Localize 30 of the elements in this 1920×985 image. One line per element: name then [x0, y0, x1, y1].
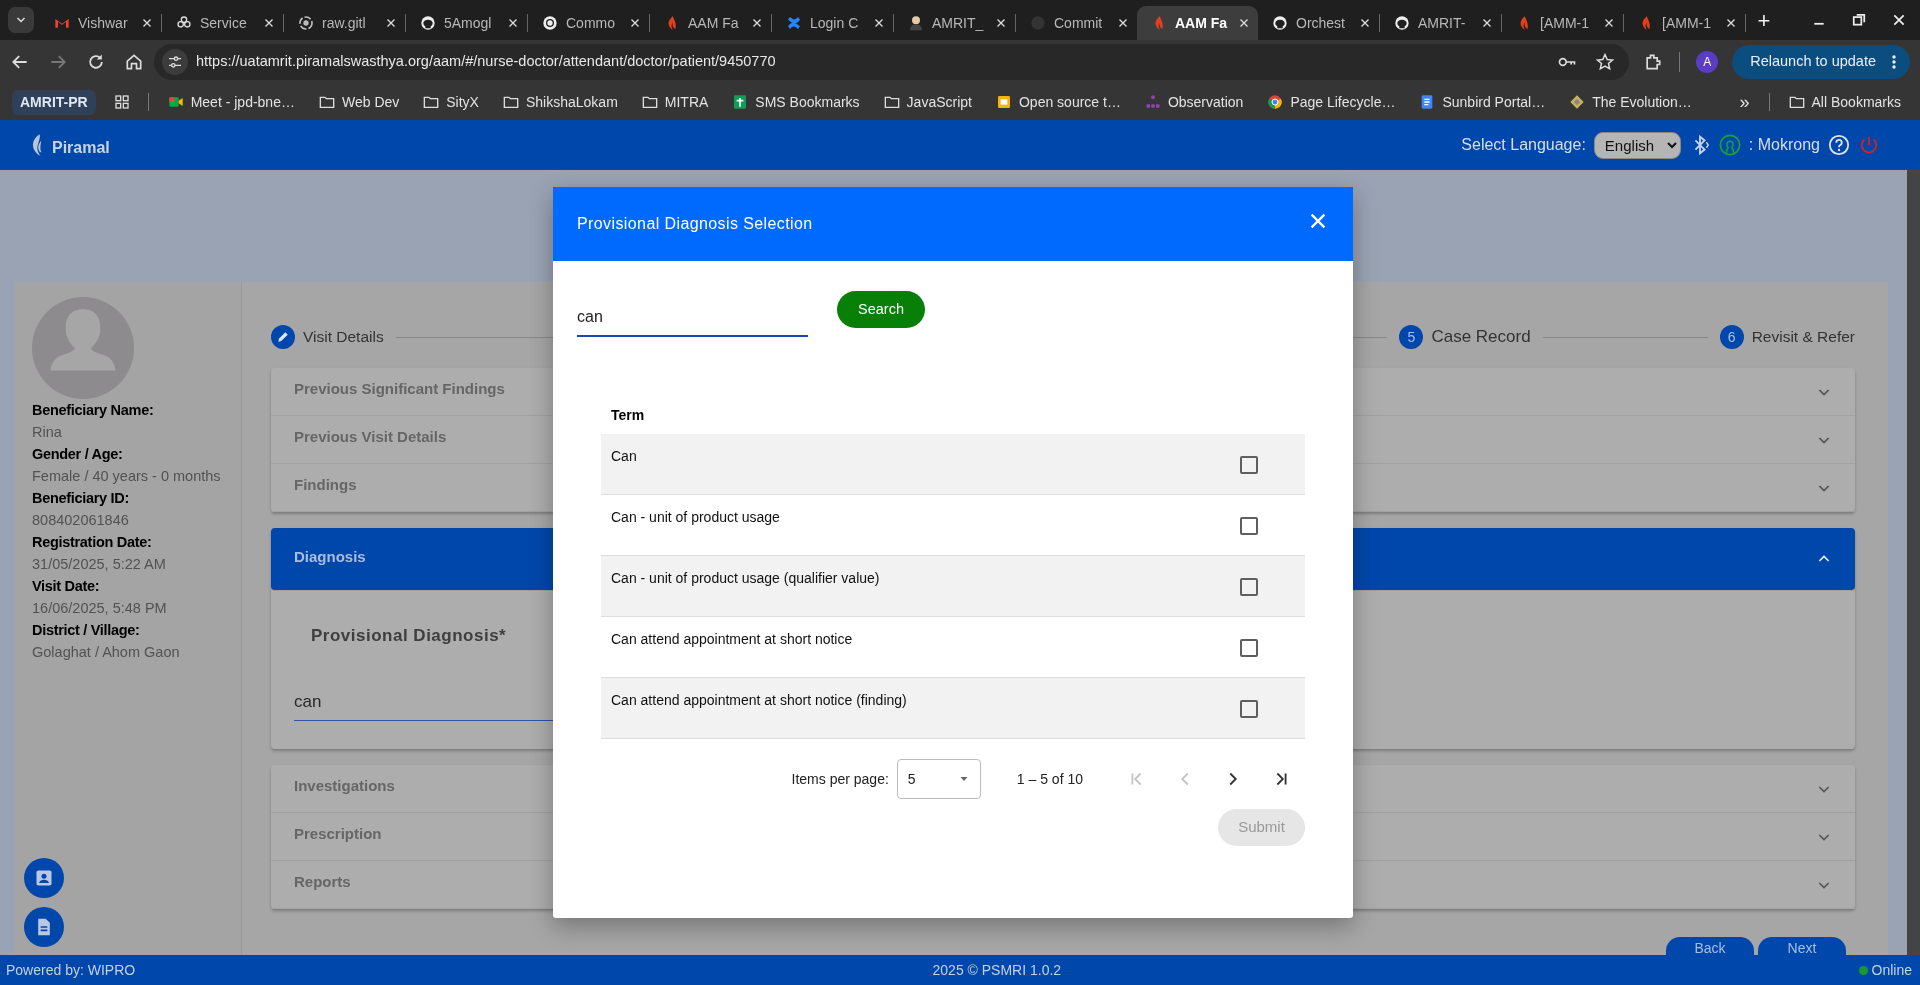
logo: Piramal	[28, 130, 110, 160]
user-name: : Mokrong	[1748, 135, 1820, 155]
copyright-text: 2025 © PSMRI 1.0.2	[932, 960, 1062, 980]
field-value: 808402061846	[32, 511, 130, 530]
step-number: 5	[1399, 325, 1424, 349]
table-cell: Can attend appointment at short notice (finding)	[611, 692, 907, 708]
field-value: Rina	[32, 423, 63, 442]
field-label: Beneficiary ID:	[32, 489, 131, 508]
table-cell: Can - unit of product usage	[611, 509, 780, 525]
field-value: 31/05/2025, 5:22 AM	[32, 555, 167, 574]
page-range: 1 – 5 of 10	[1016, 769, 1083, 789]
field-label: Registration Date:	[32, 533, 153, 552]
powered-by-text: Powered by: WIPRO	[6, 960, 136, 980]
table-cell: Can attend appointment at short notice	[611, 631, 853, 647]
step-number: 6	[1719, 325, 1744, 349]
column-header: Term	[610, 406, 646, 425]
table-cell: Can - unit of product usage (qualifier value)	[611, 570, 880, 586]
field-value: Golaghat / Ahom Gaon	[32, 643, 181, 662]
field-label: District / Village:	[32, 621, 141, 640]
table-cell: Can	[611, 448, 637, 464]
field-value: Female / 40 years - 0 months	[32, 467, 222, 486]
field-label: Gender / Age:	[32, 445, 124, 464]
field-label: Provisional Diagnosis*	[310, 625, 507, 647]
field-label: Visit Date:	[32, 577, 101, 596]
field-label: Beneficiary Name:	[32, 401, 155, 420]
field-value: 16/06/2025, 5:48 PM	[32, 599, 168, 618]
items-per-page-label: Items per page:	[791, 769, 889, 789]
dialog-title: Provisional Diagnosis Selection	[577, 214, 813, 234]
language-label: Select Language:	[1461, 135, 1586, 155]
status-text: Online	[1871, 960, 1912, 980]
